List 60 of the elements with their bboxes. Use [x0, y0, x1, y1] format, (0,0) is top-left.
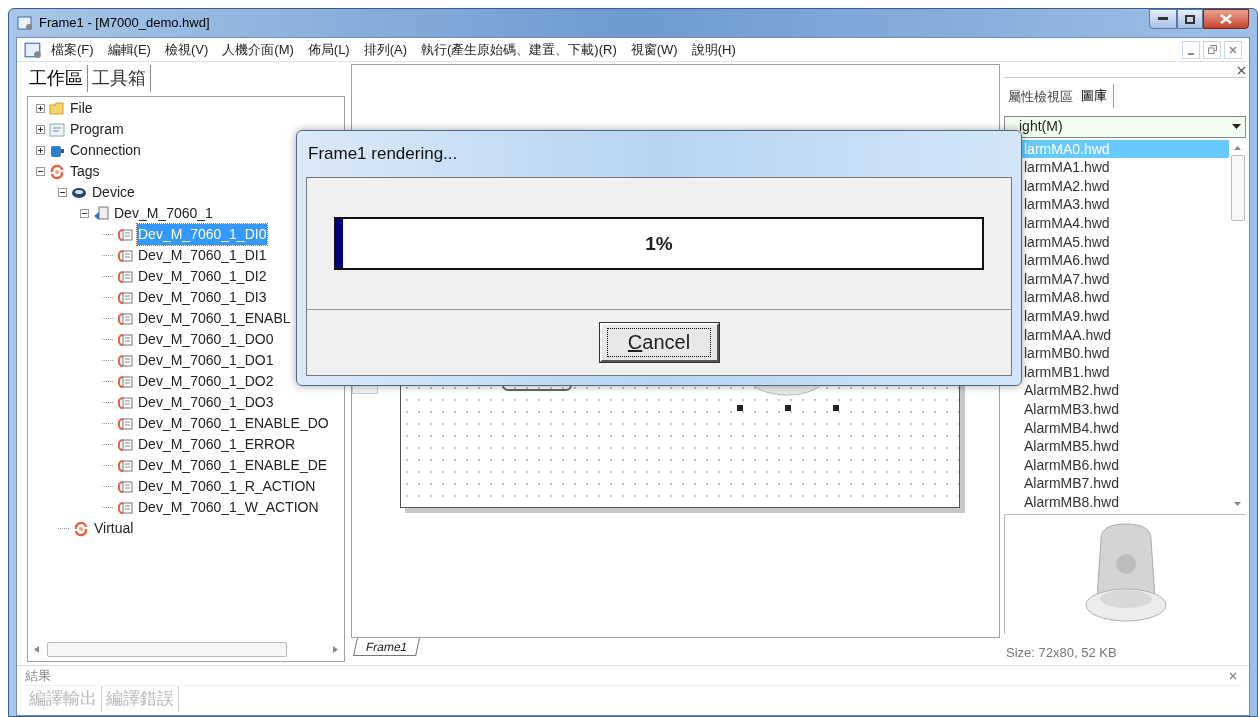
gallery-file[interactable]: larmMB0.hwd — [1022, 344, 1229, 363]
tree-item[interactable]: Dev_M_7060_1_W_ACTION — [137, 497, 320, 518]
menu-item[interactable]: 檢視(V) — [157, 39, 216, 60]
panel-tab[interactable]: 圖庫 — [1075, 83, 1114, 108]
gallery-file[interactable]: larmMAA.hwd — [1022, 325, 1229, 345]
menu-item[interactable]: 排列(A) — [356, 39, 415, 60]
menu-item[interactable]: 檔案(F) — [44, 39, 101, 60]
editor-tab[interactable]: Frame1 — [353, 638, 421, 656]
progress-percent: 1% — [645, 231, 673, 256]
tree-item[interactable]: File — [69, 98, 94, 119]
gallery-file[interactable]: larmMA7.hwd — [1022, 269, 1229, 289]
tree-item[interactable]: Virtual — [93, 518, 135, 539]
tree-item[interactable]: Dev_M_7060_1_DI2 — [137, 266, 268, 287]
gallery-file[interactable]: larmMB1.hwd — [1022, 362, 1229, 382]
tree-item[interactable]: Dev_M_7060_1_DO1 — [137, 350, 275, 371]
tree-item[interactable]: Connection — [69, 140, 142, 161]
gallery-file[interactable]: AlarmMB5.hwd — [1022, 437, 1229, 456]
tree-item[interactable]: Dev_M_7060_1_ENABLE_DO — [137, 413, 330, 434]
tree-item[interactable]: Dev_M_7060_1_DI1 — [137, 245, 268, 266]
tree-item[interactable]: Dev_M_7060_1_ENABLE_DE — [137, 455, 329, 476]
tree-item[interactable]: Dev_M_7060_1 — [113, 203, 214, 224]
window-title: Frame1 - [M7000_demo.hwd] — [39, 14, 210, 33]
gallery-file[interactable]: AlarmMB6.hwd — [1022, 455, 1229, 475]
menu-item[interactable]: 佈局(L) — [300, 39, 357, 60]
gallery-file[interactable]: larmMA2.hwd — [1022, 176, 1229, 196]
gallery-file[interactable]: larmMA6.hwd — [1022, 251, 1229, 270]
panel-tab[interactable]: 工具箱 — [88, 65, 151, 92]
gallery-file[interactable]: AlarmMB2.hwd — [1022, 381, 1229, 400]
tree-item[interactable]: Device — [91, 182, 136, 203]
tree-item[interactable]: Dev_M_7060_1_DO2 — [137, 371, 275, 392]
gallery-file[interactable]: larmMA1.hwd — [1022, 158, 1229, 177]
gallery-file[interactable]: larmMA4.hwd — [1022, 214, 1229, 233]
tree-item[interactable]: Dev_M_7060_1_ERROR — [137, 434, 297, 455]
menu-item[interactable]: 編輯(E) — [100, 39, 158, 60]
panel-tab[interactable]: 工作區 — [25, 65, 88, 92]
gallery-file[interactable]: larmMA3.hwd — [1022, 195, 1229, 215]
gallery-file[interactable]: larmMA5.hwd — [1022, 232, 1229, 252]
gallery-file[interactable]: AlarmMB3.hwd — [1022, 400, 1229, 419]
menu-item[interactable]: 執行(產生原始碼、建置、下載)(R) — [414, 39, 624, 60]
tree-item[interactable]: Tags — [69, 161, 101, 182]
dialog-title: Frame1 rendering... — [307, 143, 459, 166]
menu-item[interactable]: 視窗(W) — [623, 39, 685, 60]
gallery-file[interactable]: larmMA8.hwd — [1022, 288, 1229, 307]
category-dropdown[interactable]: ight(M) — [1004, 115, 1246, 138]
cancel-button[interactable]: Cancel — [599, 323, 719, 362]
gallery-file[interactable]: AlarmMB4.hwd — [1022, 418, 1229, 438]
tree-item[interactable]: Dev_M_7060_1_DI3 — [137, 287, 268, 308]
panel-tab[interactable]: 屬性檢視區 — [1006, 85, 1075, 108]
menu-item[interactable]: 人機介面(M) — [215, 39, 301, 60]
gallery-file[interactable]: AlarmMB7.hwd — [1022, 474, 1229, 493]
tree-item[interactable]: Dev_M_7060_1_DO3 — [137, 392, 275, 413]
results-panel-title: 結果 — [25, 666, 51, 685]
image-size-text: Size: 72x80, 52 KB — [1005, 643, 1118, 662]
tree-item[interactable]: Dev_M_7060_1_R_ACTION — [137, 476, 317, 497]
menu-item[interactable]: 說明(H) — [684, 39, 743, 60]
tree-item[interactable]: Program — [69, 119, 125, 140]
gallery-file[interactable]: AlarmMB8.hwd — [1022, 492, 1229, 512]
gallery-file[interactable]: larmMA9.hwd — [1022, 307, 1229, 326]
tree-item[interactable]: Dev_M_7060_1_DO0 — [137, 329, 275, 350]
tree-item[interactable]: Dev_M_7060_1_ENABL — [137, 308, 292, 329]
